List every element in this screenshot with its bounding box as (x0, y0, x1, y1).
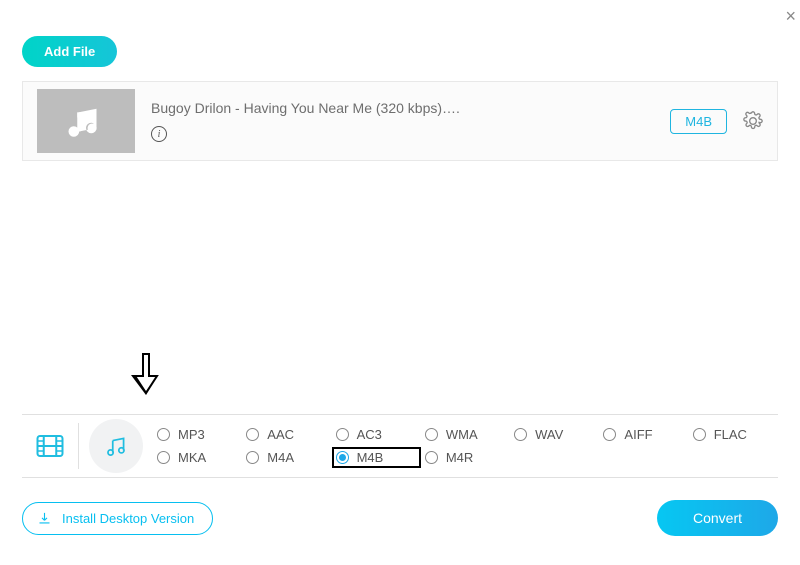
format-option-label: M4R (446, 450, 473, 465)
radio-icon (336, 451, 349, 464)
convert-button[interactable]: Convert (657, 500, 778, 536)
video-category-icon[interactable] (28, 431, 72, 461)
file-thumbnail (37, 89, 135, 153)
format-option-m4a[interactable]: M4A (242, 447, 331, 468)
radio-icon (603, 428, 616, 441)
format-option-mka[interactable]: MKA (153, 447, 242, 468)
format-option-label: AIFF (624, 427, 652, 442)
file-meta: Bugoy Drilon - Having You Near Me (320 k… (151, 100, 654, 142)
format-option-label: FLAC (714, 427, 747, 442)
info-icon[interactable]: i (151, 126, 167, 142)
file-actions: M4B (670, 109, 763, 134)
format-option-aiff[interactable]: AIFF (599, 424, 688, 445)
format-option-label: WAV (535, 427, 563, 442)
radio-icon (693, 428, 706, 441)
format-option-label: M4B (357, 450, 384, 465)
format-option-flac[interactable]: FLAC (689, 424, 778, 445)
add-file-button[interactable]: Add File (22, 36, 117, 67)
install-desktop-button[interactable]: Install Desktop Version (22, 502, 213, 535)
format-option-m4r[interactable]: M4R (421, 447, 510, 468)
close-icon[interactable]: × (785, 6, 796, 27)
radio-icon (336, 428, 349, 441)
file-title: Bugoy Drilon - Having You Near Me (320 k… (151, 100, 654, 116)
format-option-m4b[interactable]: M4B (332, 447, 421, 468)
radio-icon (246, 428, 259, 441)
music-note-icon (65, 100, 107, 142)
radio-icon (514, 428, 527, 441)
format-option-wma[interactable]: WMA (421, 424, 510, 445)
format-option-label: AC3 (357, 427, 382, 442)
arrow-down-annotation (131, 353, 161, 400)
format-option-mp3[interactable]: MP3 (153, 424, 242, 445)
format-option-label: MP3 (178, 427, 205, 442)
file-card: Bugoy Drilon - Having You Near Me (320 k… (22, 81, 778, 161)
format-badge[interactable]: M4B (670, 109, 727, 134)
format-option-label: MKA (178, 450, 206, 465)
radio-icon (246, 451, 259, 464)
formats-section: MP3 AAC AC3 WMA WAV AIFF FLAC MKA M4A M4B M4R (22, 414, 778, 478)
radio-icon (157, 428, 170, 441)
category-divider (78, 423, 79, 469)
bottom-bar: Install Desktop Version Convert (22, 500, 778, 536)
install-desktop-label: Install Desktop Version (62, 511, 194, 526)
format-option-aac[interactable]: AAC (242, 424, 331, 445)
format-grid: MP3 AAC AC3 WMA WAV AIFF FLAC MKA M4A M4B M4R (153, 420, 778, 472)
radio-icon (425, 428, 438, 441)
radio-icon (425, 451, 438, 464)
radio-icon (157, 451, 170, 464)
format-option-wav[interactable]: WAV (510, 424, 599, 445)
format-option-label: WMA (446, 427, 478, 442)
format-option-ac3[interactable]: AC3 (332, 424, 421, 445)
download-icon (37, 511, 52, 526)
audio-category-icon[interactable] (89, 419, 143, 473)
gear-icon[interactable] (743, 111, 763, 131)
format-option-label: AAC (267, 427, 294, 442)
format-option-label: M4A (267, 450, 294, 465)
